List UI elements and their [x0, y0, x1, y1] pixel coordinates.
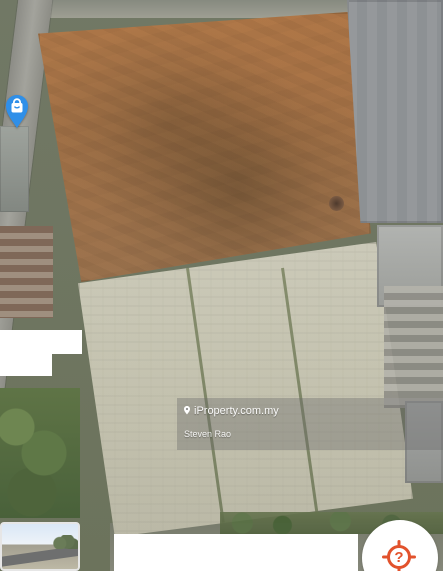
- map-view[interactable]: iProperty.com.my Steven Rao ?: [0, 0, 443, 571]
- redaction-box: [0, 353, 52, 376]
- industrial-yard: [384, 286, 443, 408]
- left-vegetation: [0, 388, 80, 518]
- redaction-box: [114, 534, 358, 571]
- factory-roof: [347, 0, 443, 223]
- bare-land-texture: [38, 12, 371, 282]
- watermark-title: iProperty.com.my: [183, 404, 279, 418]
- watermark-author: Steven Rao: [184, 429, 232, 439]
- thumbnail-trees: [52, 535, 78, 549]
- redaction-box: [0, 330, 82, 354]
- left-buildings: [0, 226, 53, 318]
- watermark-title-text: iProperty.com.my: [194, 405, 279, 417]
- dark-spot: [329, 196, 344, 211]
- shopping-bag-marker-icon[interactable]: [3, 93, 31, 129]
- street-view-thumbnail[interactable]: [0, 522, 80, 571]
- help-icon[interactable]: ?: [382, 540, 416, 571]
- help-glyph: ?: [394, 548, 404, 566]
- graded-land-texture: [78, 242, 413, 537]
- location-pin-icon: [184, 406, 190, 415]
- left-parking-lot: [0, 126, 29, 212]
